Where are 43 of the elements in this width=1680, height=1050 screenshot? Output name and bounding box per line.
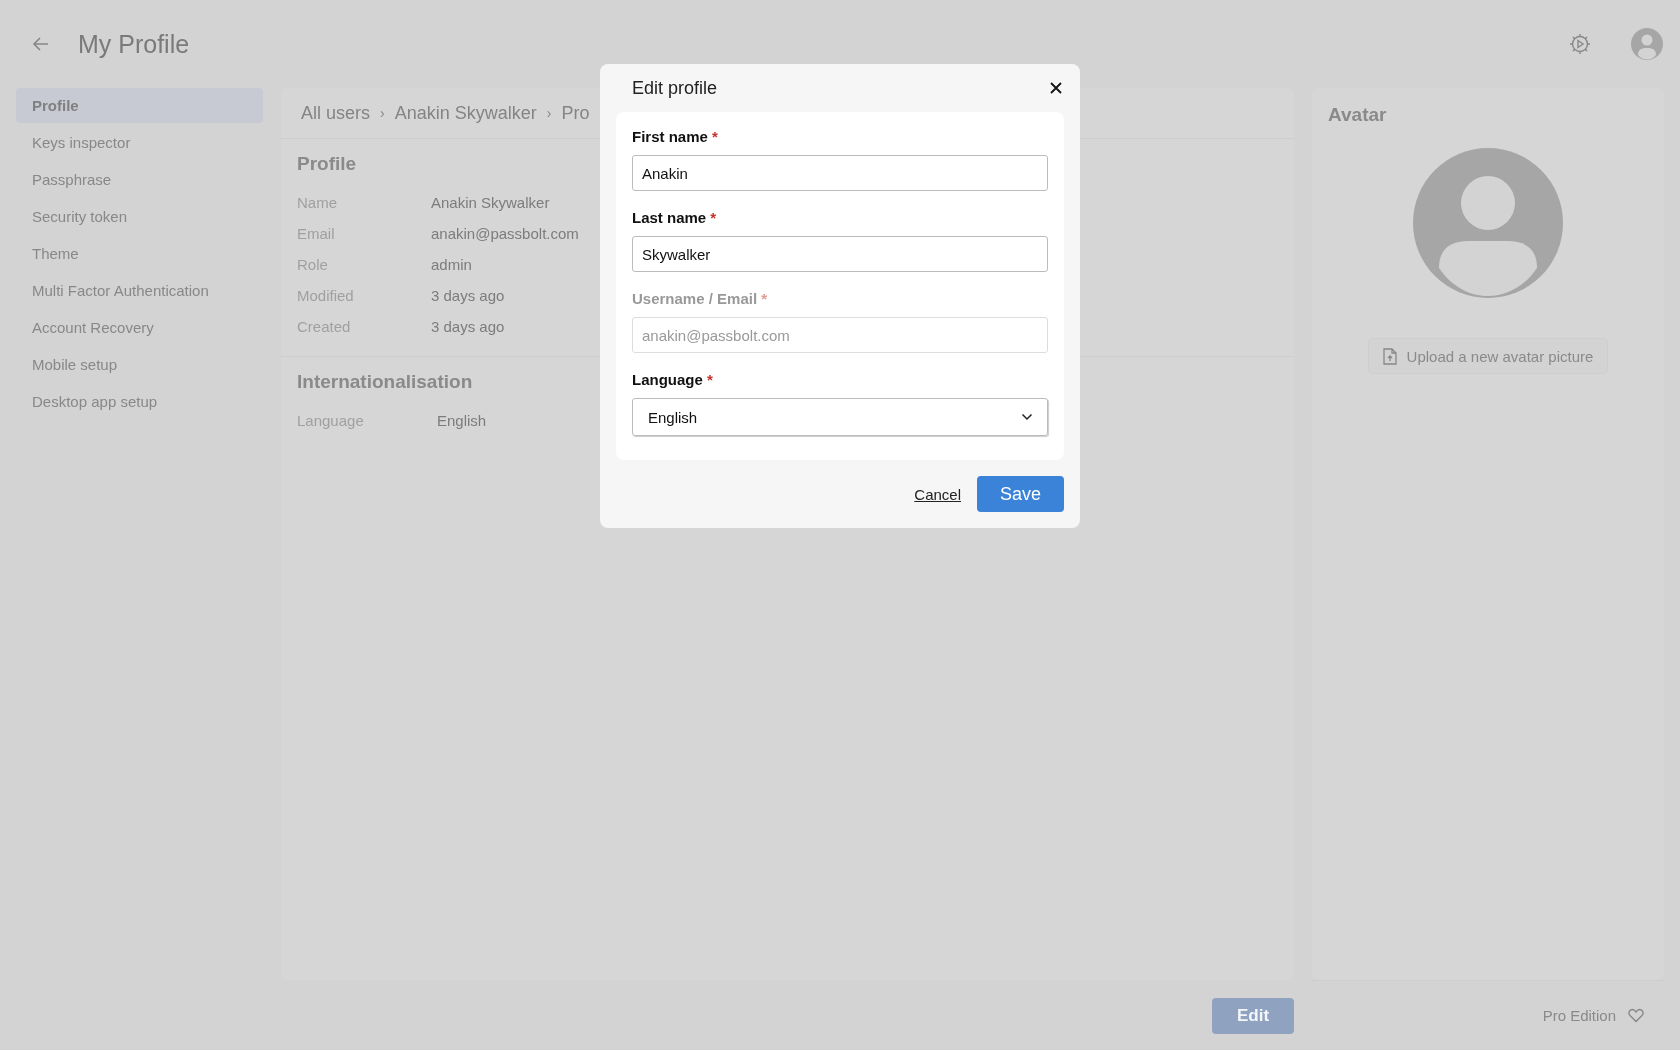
field-value: 3 days ago (431, 318, 505, 335)
breadcrumb-separator: › (546, 105, 552, 121)
sidebar-item[interactable]: Account Recovery (16, 310, 263, 345)
user-avatar-icon[interactable] (1630, 27, 1664, 61)
cancel-link[interactable]: Cancel (914, 485, 961, 503)
section-title: Profile (297, 153, 357, 175)
sidebar-item[interactable]: Keys inspector (16, 125, 263, 160)
section-title: Internationalisation (297, 371, 473, 393)
section-title: Avatar (1328, 104, 1387, 126)
input-field[interactable]: Skywalker (632, 236, 1048, 272)
settings-icon[interactable] (1568, 32, 1592, 56)
save-button[interactable]: Save (977, 476, 1064, 512)
breadcrumb-link[interactable]: Anakin Skywalker (394, 102, 537, 124)
sidebar-item[interactable]: Theme (16, 236, 263, 271)
file-upload-icon (1382, 347, 1397, 365)
breadcrumb-link[interactable]: All users (301, 102, 371, 124)
input-field[interactable]: Anakin (632, 155, 1048, 191)
close-icon[interactable] (1048, 80, 1064, 96)
field-label: First name * (632, 128, 718, 145)
sidebar-item[interactable]: Passphrase (16, 162, 263, 197)
field-value: English (437, 412, 487, 429)
sidebar-item[interactable]: Multi Factor Authentication (16, 273, 263, 308)
sidebar-item[interactable]: Desktop app setup (16, 384, 263, 419)
chevron-down-icon (1021, 413, 1033, 421)
language-select[interactable]: English (632, 398, 1048, 436)
edition-label: Pro Edition (1542, 1007, 1616, 1024)
upload-avatar-button[interactable]: Upload a new avatar picture (1367, 338, 1609, 374)
field-label: Last name * (632, 209, 717, 226)
breadcrumb-link[interactable]: Pro (561, 102, 590, 124)
sidebar-item[interactable]: Mobile setup (16, 347, 263, 382)
dialog-title: Edit profile (632, 77, 718, 99)
field-value: Anakin Skywalker (431, 194, 550, 211)
breadcrumb-separator: › (380, 105, 385, 121)
sidebar-item[interactable]: Profile (16, 88, 263, 123)
field-label: Username / Email * (632, 290, 768, 307)
avatar-placeholder-icon (1413, 148, 1563, 298)
field-value: 3 days ago (431, 287, 505, 304)
heart-icon[interactable] (1628, 1008, 1644, 1023)
field-label: Language * (632, 371, 713, 388)
field-value: anakin@passbolt.com (431, 225, 579, 242)
page-title: My Profile (78, 29, 191, 59)
sidebar-item[interactable]: Security token (16, 199, 263, 234)
field-value: admin (431, 256, 472, 273)
